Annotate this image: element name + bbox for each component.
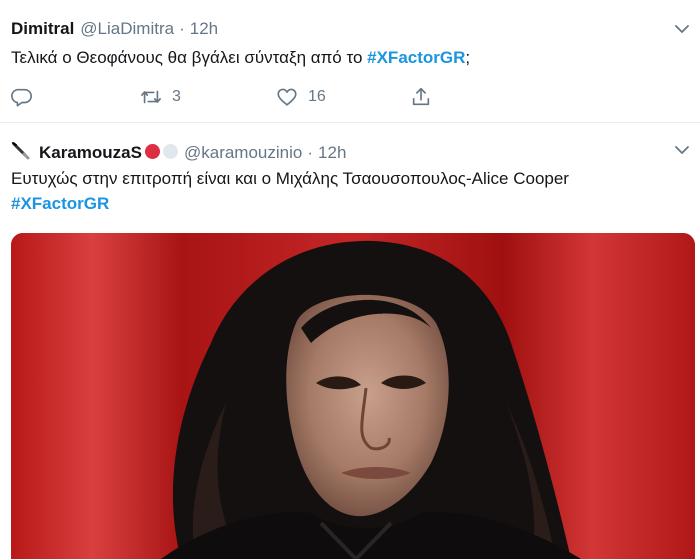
hashtag-link[interactable]: #XFactorGR (11, 194, 109, 213)
tweet-header: KaramouzaS @karamouzinio · 12h (11, 140, 346, 163)
timestamp[interactable]: 12h (318, 143, 346, 163)
chevron-down-icon[interactable] (674, 142, 690, 158)
separator: · (307, 143, 314, 162)
tweet-text: Ευτυχώς στην επιτροπή είναι και ο Μιχάλη… (11, 169, 569, 188)
pencil-emoji-icon (12, 142, 30, 160)
tweet[interactable]: KaramouzaS @karamouzinio · 12h Ευτυχώς σ… (0, 0, 700, 559)
portrait-image (11, 233, 695, 559)
red-circle-emoji-icon (144, 144, 160, 159)
author-handle[interactable]: @karamouzinio (184, 143, 302, 163)
white-circle-emoji-icon (162, 144, 178, 159)
author-name[interactable]: KaramouzaS (39, 143, 142, 163)
tweet-text-hashtag-line: #XFactorGR (11, 192, 109, 216)
tweet-photo[interactable] (11, 233, 695, 559)
